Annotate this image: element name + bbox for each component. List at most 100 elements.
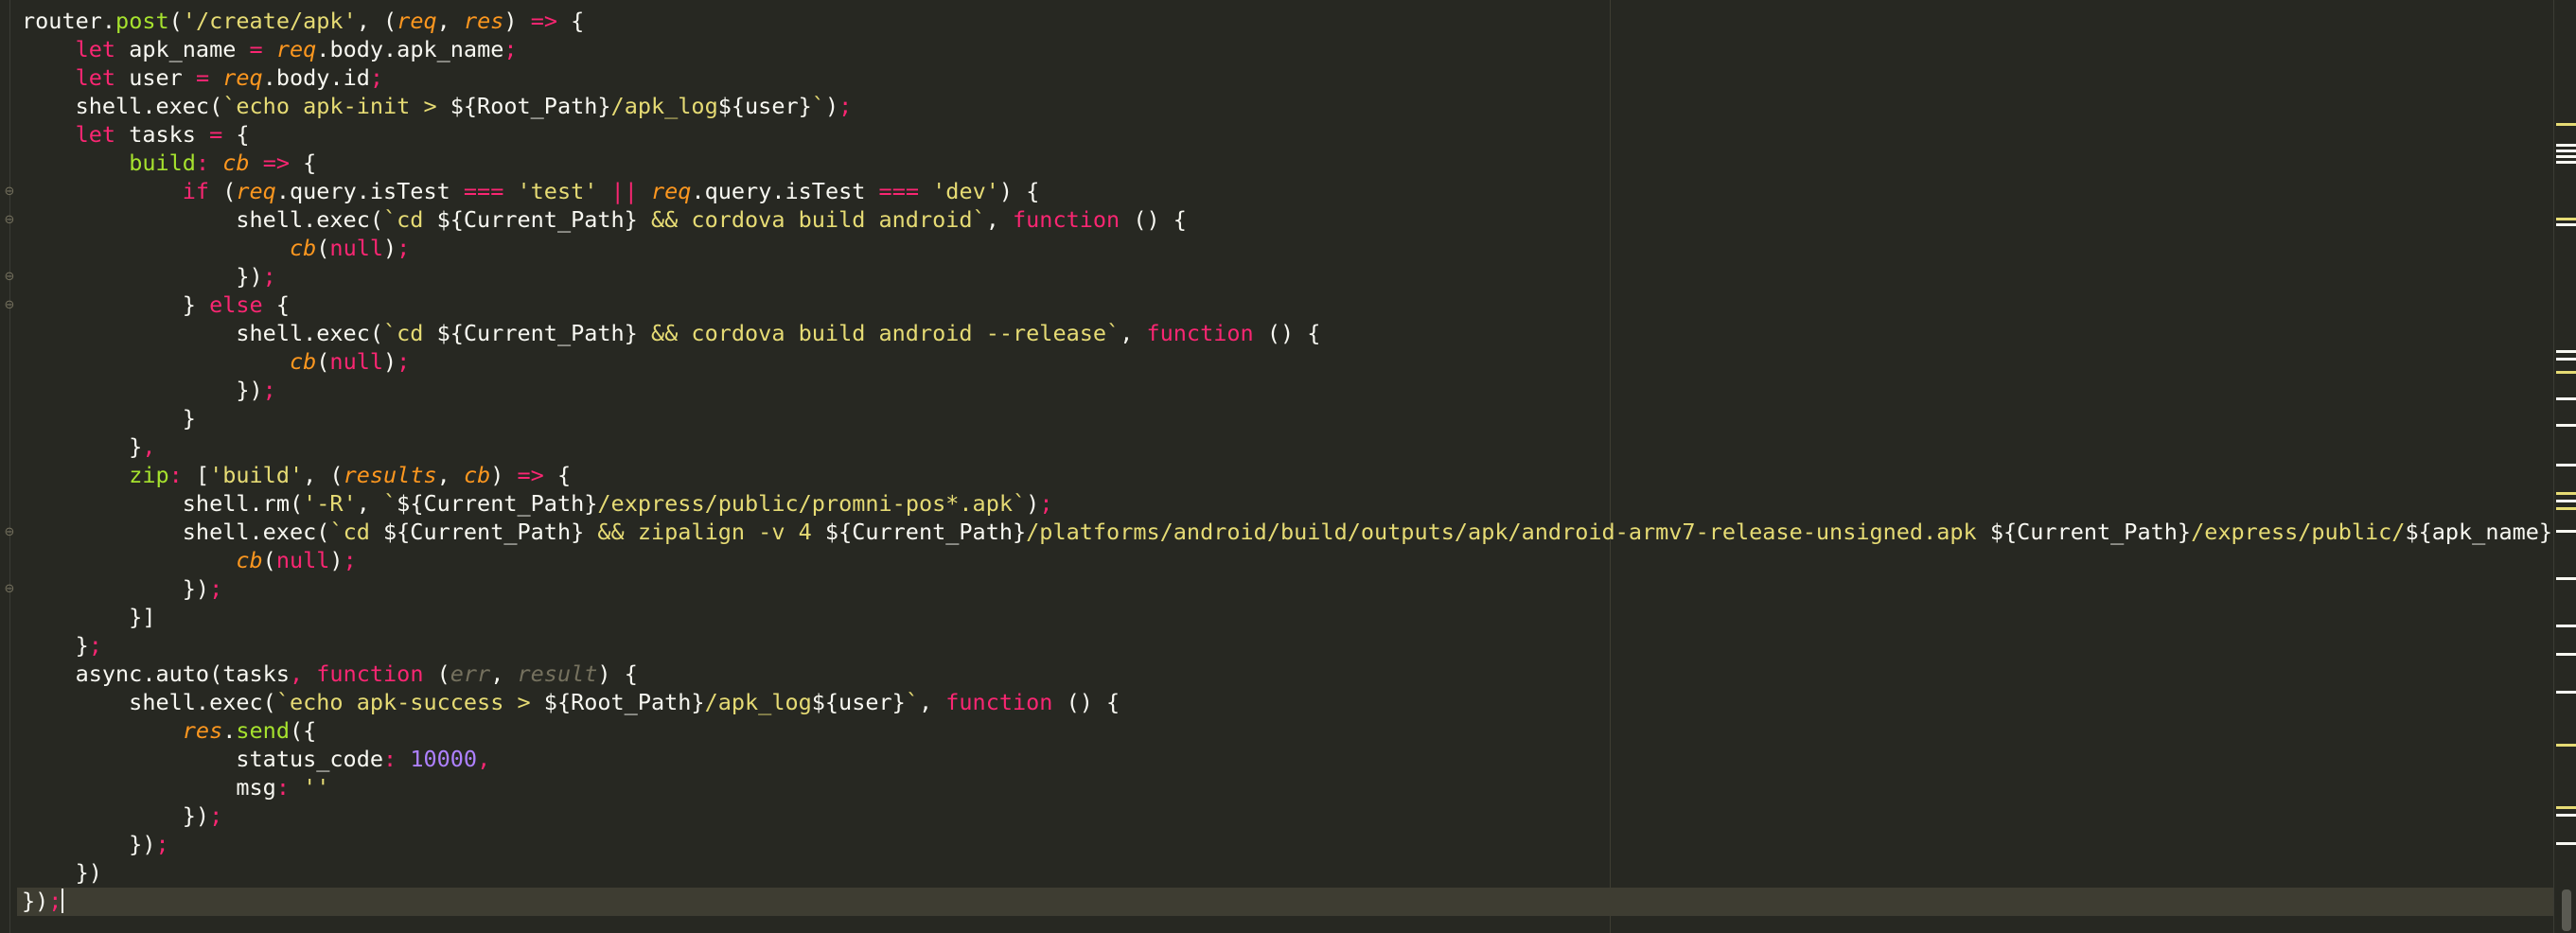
code-editor[interactable]: ⊖ ⊖ ⊖ ⊖ ⊖ ⊖ router.post('/create/apk', (… bbox=[0, 0, 2576, 933]
code-line[interactable]: shell.exec(`cd ${Current_Path} && cordov… bbox=[22, 205, 2576, 234]
code-line[interactable]: cb(null); bbox=[22, 546, 2576, 574]
code-token: { bbox=[222, 121, 250, 148]
code-line[interactable]: status_code: 10000, bbox=[22, 745, 2576, 773]
code-token: res bbox=[463, 8, 504, 34]
code-line[interactable]: msg: '' bbox=[22, 773, 2576, 801]
code-token: shell.exec( bbox=[22, 206, 384, 233]
code-token: .body.id bbox=[262, 64, 370, 91]
code-line[interactable]: }] bbox=[22, 603, 2576, 631]
code-token: 10000 bbox=[410, 746, 478, 772]
code-token: ( bbox=[168, 8, 183, 34]
code-line[interactable]: cb(null); bbox=[22, 234, 2576, 262]
code-token: }) bbox=[22, 859, 102, 886]
code-line[interactable]: shell.exec(`echo apk-success > ${Root_Pa… bbox=[22, 688, 2576, 716]
code-token: shell.exec( bbox=[22, 320, 384, 346]
scroll-marker bbox=[2556, 155, 2576, 158]
code-token: ${Root_Path} bbox=[450, 93, 611, 119]
code-token: , ( bbox=[303, 462, 344, 488]
code-line[interactable]: async.auto(tasks, function (err, result)… bbox=[22, 660, 2576, 688]
code-line[interactable]: } else { bbox=[22, 290, 2576, 319]
code-token: ; bbox=[209, 802, 223, 829]
code-line[interactable]: let user = req.body.id; bbox=[22, 63, 2576, 92]
code-token: === bbox=[463, 178, 504, 204]
code-line[interactable]: }); bbox=[22, 262, 2576, 290]
code-token: ) { bbox=[597, 660, 638, 687]
code-token: results bbox=[343, 462, 437, 488]
code-token: '' bbox=[303, 774, 330, 801]
code-line[interactable]: shell.exec(`cd ${Current_Path} && cordov… bbox=[22, 319, 2576, 347]
code-token: ` bbox=[905, 689, 919, 715]
code-token: ( bbox=[209, 178, 237, 204]
code-line[interactable]: build: cb => { bbox=[22, 149, 2576, 177]
code-line[interactable]: shell.rm('-R', `${Current_Path}/express/… bbox=[22, 489, 2576, 518]
code-token: req bbox=[275, 36, 317, 62]
code-token: null bbox=[329, 235, 384, 261]
code-line[interactable]: }); bbox=[22, 376, 2576, 404]
code-token: }) bbox=[22, 831, 156, 857]
code-token: function bbox=[316, 660, 424, 687]
code-line[interactable]: }); bbox=[22, 801, 2576, 830]
code-token: ; bbox=[48, 888, 62, 914]
scroll-marker bbox=[2556, 500, 2576, 502]
gutter-guide bbox=[9, 0, 10, 933]
code-token: , bbox=[477, 746, 491, 772]
code-token: ) bbox=[1026, 490, 1040, 517]
code-line[interactable]: }) bbox=[22, 858, 2576, 887]
fold-end-icon[interactable]: ⊖ bbox=[3, 270, 16, 285]
code-token: cb bbox=[289, 348, 317, 375]
code-line[interactable]: router.post('/create/apk', (req, res) =>… bbox=[22, 7, 2576, 35]
code-token: ${user} bbox=[717, 93, 812, 119]
scroll-marker bbox=[2556, 744, 2576, 747]
code-line[interactable]: }); bbox=[22, 887, 2576, 915]
code-line[interactable]: if (req.query.isTest === 'test' || req.q… bbox=[22, 177, 2576, 205]
code-line[interactable]: zip: ['build', (results, cb) => { bbox=[22, 461, 2576, 489]
code-token: () { bbox=[1120, 206, 1187, 233]
code-line[interactable]: }); bbox=[22, 830, 2576, 858]
fold-marker-icon[interactable]: ⊖ bbox=[3, 525, 16, 540]
code-token: }] bbox=[22, 604, 156, 630]
vertical-scrollbar[interactable] bbox=[2553, 0, 2576, 933]
code-line[interactable]: }, bbox=[22, 432, 2576, 461]
code-token: } bbox=[22, 632, 89, 659]
code-line[interactable]: } bbox=[22, 404, 2576, 432]
fold-end-icon[interactable]: ⊖ bbox=[3, 582, 16, 597]
editor-gutter: ⊖ ⊖ ⊖ ⊖ ⊖ ⊖ bbox=[0, 0, 17, 933]
code-token: `echo apk-init > bbox=[222, 93, 450, 119]
code-token: ; bbox=[503, 36, 518, 62]
code-token: , bbox=[1120, 320, 1147, 346]
scrollbar-thumb[interactable] bbox=[2562, 889, 2571, 931]
fold-marker-icon[interactable]: ⊖ bbox=[3, 213, 16, 228]
code-line[interactable]: res.send({ bbox=[22, 716, 2576, 745]
code-line[interactable]: }); bbox=[22, 574, 2576, 603]
scroll-marker bbox=[2556, 507, 2576, 510]
code-token: else bbox=[209, 291, 263, 318]
code-line[interactable]: shell.exec(`cd ${Current_Path} && zipali… bbox=[22, 518, 2576, 546]
code-token: `cd bbox=[383, 320, 437, 346]
code-token: ; bbox=[369, 64, 384, 91]
code-token: ) { bbox=[998, 178, 1040, 204]
code-line[interactable]: cb(null); bbox=[22, 347, 2576, 376]
code-token: [ bbox=[182, 462, 210, 488]
code-token: }) bbox=[22, 377, 263, 403]
code-line[interactable]: let apk_name = req.body.apk_name; bbox=[22, 35, 2576, 63]
code-token: cb bbox=[463, 462, 491, 488]
fold-end-icon[interactable]: ⊖ bbox=[3, 298, 16, 313]
code-area[interactable]: router.post('/create/apk', (req, res) =>… bbox=[22, 7, 2576, 915]
code-token: }) bbox=[22, 575, 210, 602]
code-token: ; bbox=[262, 263, 276, 290]
code-line[interactable]: }; bbox=[22, 631, 2576, 660]
code-token: ; bbox=[397, 348, 411, 375]
code-token: && cordova build android --release` bbox=[637, 320, 1120, 346]
code-token: err bbox=[450, 660, 491, 687]
code-line[interactable]: shell.exec(`echo apk-init > ${Root_Path}… bbox=[22, 92, 2576, 120]
code-line[interactable]: let tasks = { bbox=[22, 120, 2576, 149]
scroll-marker bbox=[2556, 492, 2576, 495]
fold-marker-icon[interactable]: ⊖ bbox=[3, 185, 16, 200]
